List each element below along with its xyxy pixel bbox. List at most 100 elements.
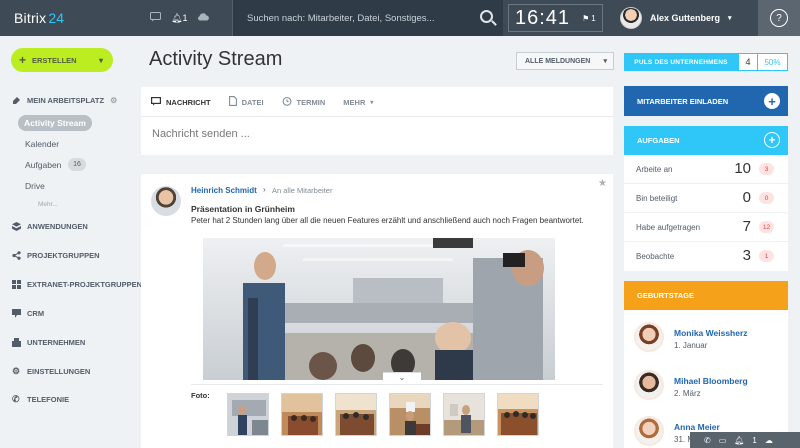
post-photo[interactable]: [203, 238, 555, 380]
search-icon[interactable]: [480, 10, 493, 23]
message-icon: [151, 96, 162, 108]
sidebar-section-crm[interactable]: CRM: [12, 309, 44, 318]
task-label: Habe aufgetragen: [636, 223, 701, 232]
tab-label: TERMIN: [296, 97, 326, 107]
chevron-down-icon: ⌄: [398, 373, 406, 382]
bell-icon[interactable]: 🔔︎: [734, 436, 744, 445]
post-author-link[interactable]: Heinrich Schmidt: [191, 186, 257, 195]
tasks-widget-header[interactable]: AUFGABEN +: [624, 126, 788, 155]
logo-name: Bitrix: [14, 10, 47, 26]
cloud-icon[interactable]: ☁: [765, 436, 773, 445]
photo-thumbnail[interactable]: [443, 393, 485, 436]
thumbnail-image: [228, 394, 268, 435]
task-count: 0: [742, 189, 751, 206]
search-placeholder: Suchen nach: Mitarbeiter, Datei, Sonstig…: [247, 12, 435, 24]
invite-label: MITARBEITER EINLADEN: [637, 96, 729, 106]
sidebar-section-project-groups[interactable]: PROJEKTGRUPPEN: [12, 251, 100, 260]
photo-thumbnail[interactable]: [227, 393, 269, 436]
chevron-down-icon: ▾: [603, 58, 607, 65]
photo-label: Foto:: [191, 391, 210, 400]
invite-employees-button[interactable]: MITARBEITER EINLADEN +: [624, 86, 788, 116]
task-row-assigned[interactable]: Habe aufgetragen 7 12: [624, 213, 788, 242]
clock-icon: [282, 96, 292, 108]
phone-icon: ✆: [12, 394, 20, 404]
sidebar-item-tasks[interactable]: Aufgaben: [25, 160, 61, 170]
task-label: Bin beteiligt: [636, 194, 678, 203]
photo-thumbnail[interactable]: [497, 393, 539, 436]
sidebar-item-label: Activity Stream: [24, 118, 86, 128]
tab-more[interactable]: MEHR ▾: [343, 98, 373, 107]
sidebar-section-telephony[interactable]: ✆ TELEFONIE: [12, 394, 70, 405]
chevron-down-icon: ▾: [98, 55, 103, 65]
expand-button[interactable]: ⌄: [383, 372, 421, 384]
task-row-watching[interactable]: Beobachte 3 1: [624, 242, 788, 271]
filter-dropdown[interactable]: ALLE MELDUNGEN ▾: [516, 52, 614, 70]
sidebar-section-settings[interactable]: ⚙ EINSTELLUNGEN: [12, 366, 90, 377]
notification-count: 1: [182, 12, 188, 23]
sidebar-section-label: TELEFONIE: [27, 395, 70, 404]
tab-message[interactable]: NACHRICHT: [151, 96, 211, 108]
sidebar-item-calendar[interactable]: Kalender: [25, 139, 59, 149]
sidebar-section-apps[interactable]: ANWENDUNGEN: [12, 222, 88, 231]
create-button[interactable]: + ERSTELLEN ▾: [11, 48, 113, 72]
create-label: ERSTELLEN: [32, 55, 77, 65]
task-row-involved[interactable]: Bin beteiligt 0 0: [624, 184, 788, 213]
message-input[interactable]: Nachricht senden ...: [152, 128, 250, 140]
sidebar-section-company[interactable]: UNTERNEHMEN: [12, 338, 85, 347]
post-recipient[interactable]: An alle Mitarbeiter: [272, 186, 332, 195]
gear-icon: ⚙: [12, 366, 21, 376]
photo-thumbnail[interactable]: [281, 393, 323, 436]
post-form: NACHRICHT DATEI TERMIN MEHR ▾ Nachricht …: [141, 87, 613, 155]
help-button[interactable]: ?: [758, 0, 800, 36]
time-widget[interactable]: 16:41 ⚑ 1: [508, 4, 603, 32]
page-title: Activity Stream: [149, 48, 283, 70]
sidebar-item-drive[interactable]: Drive: [25, 181, 45, 191]
pulse-label: PULS DES UNTERNEHMENS: [624, 53, 738, 71]
post-text: Peter hat 2 Stunden lang über all die ne…: [191, 216, 584, 225]
chat-icon[interactable]: ▭: [719, 436, 727, 445]
birthday-item[interactable]: Mihael Bloomberg 2. März: [634, 370, 784, 404]
sidebar-section-extranet[interactable]: EXTRANET-PROJEKTGRUPPEN: [12, 280, 142, 289]
crm-icon: [12, 309, 21, 318]
thumbnail-image: [498, 394, 538, 435]
chevron-down-icon: ▾: [370, 99, 374, 106]
search-input[interactable]: Suchen nach: Mitarbeiter, Datei, Sonstig…: [232, 0, 503, 36]
birthdays-widget: Monika Weissherz 1. Januar Mihael Bloomb…: [624, 310, 788, 448]
photo-thumbnail[interactable]: [335, 393, 377, 436]
cloud-icon[interactable]: [197, 12, 210, 24]
tab-label: NACHRICHT: [166, 97, 211, 107]
tasks-title: AUFGABEN: [637, 136, 680, 145]
sidebar-section-label: CRM: [27, 309, 45, 318]
post-title: Präsentation in Grünheim: [191, 204, 295, 214]
logo[interactable]: Bitrix 24: [0, 0, 142, 36]
notification-count: 1: [752, 435, 757, 445]
notifications-button[interactable]: 🔔︎1: [171, 13, 187, 24]
user-menu[interactable]: Alex Guttenberg ▾: [620, 0, 732, 36]
birthday-item[interactable]: Monika Weissherz 1. Januar: [634, 322, 784, 356]
company-pulse-widget[interactable]: PULS DES UNTERNEHMENS 4 50%: [624, 53, 788, 71]
add-task-button[interactable]: +: [764, 132, 780, 148]
sidebar-item-activity-stream[interactable]: Activity Stream: [18, 115, 92, 131]
sidebar-more-link[interactable]: Mehr...: [38, 201, 58, 208]
avatar[interactable]: [151, 186, 181, 216]
task-badge: 1: [759, 250, 774, 262]
tab-file[interactable]: DATEI: [228, 96, 264, 108]
tab-event[interactable]: TERMIN: [282, 96, 326, 108]
pulse-count: 4: [738, 53, 758, 71]
sidebar-section-workplace[interactable]: MEIN ARBEITSPLATZ ⚙: [12, 96, 117, 105]
birthday-name: Monika Weissherz: [674, 328, 748, 338]
task-row-working-on[interactable]: Arbeite an 10 3: [624, 155, 788, 184]
chat-icon[interactable]: [150, 11, 161, 25]
apps-icon: [12, 222, 21, 231]
extranet-icon: [12, 280, 21, 289]
birthday-date: 2. März: [674, 389, 701, 398]
activity-post: Heinrich Schmidt › An alle Mitarbeiter ★…: [141, 174, 613, 448]
birthday-name: Mihael Bloomberg: [674, 376, 748, 386]
gear-icon[interactable]: ⚙: [110, 96, 117, 105]
thumbnail-image: [336, 394, 376, 435]
birthday-name: Anna Meier: [674, 422, 720, 432]
photo-thumbnail[interactable]: [389, 393, 431, 436]
help-icon: ?: [770, 9, 788, 27]
star-icon[interactable]: ★: [598, 178, 607, 189]
phone-icon[interactable]: ✆: [704, 436, 711, 445]
